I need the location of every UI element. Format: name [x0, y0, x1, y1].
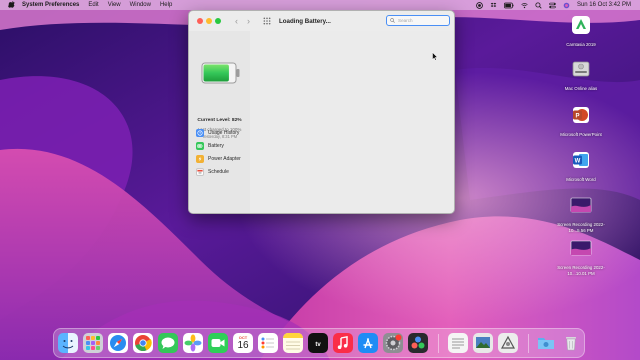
calendar-icon	[196, 168, 204, 176]
battery-status-icon[interactable]	[504, 2, 514, 9]
menu-app-name[interactable]: System Preferences	[22, 2, 79, 8]
content-pane	[250, 31, 454, 213]
desktop-icon-powerpoint[interactable]: P Microsoft PowerPoint	[553, 104, 609, 138]
downloads-folder-icon[interactable]	[536, 333, 556, 353]
desktop-icon-label: Screen Recording 2022-10...5.56 PM	[557, 222, 605, 233]
music-icon[interactable]	[333, 333, 353, 353]
record-icon[interactable]	[476, 1, 483, 9]
apple-menu-icon[interactable]	[8, 1, 16, 9]
desktop-icon-label: Screen Recording 2022-10...10.01 PM	[557, 265, 605, 276]
sidebar: Current Level: 82% Last charged to 100% …	[189, 31, 250, 213]
battery-level-icon	[201, 62, 240, 84]
control-center-icon[interactable]	[549, 2, 556, 9]
battery-preferences-window: ‹ › Loading Battery... Search Current Le…	[188, 10, 455, 214]
chrome-icon[interactable]	[133, 333, 153, 353]
word-icon: W	[573, 152, 589, 168]
trash-icon[interactable]	[561, 333, 581, 353]
window-controls	[197, 18, 221, 24]
system-preferences-icon[interactable]	[383, 333, 403, 353]
desktop-icon-screen-recording-1[interactable]: Screen Recording 2022-10...5.56 PM	[553, 194, 609, 233]
power-plug-icon	[196, 155, 204, 163]
photos-icon[interactable]	[183, 333, 203, 353]
search-icon	[390, 18, 395, 23]
dock: OCT 16 tv	[53, 328, 585, 358]
calendar-day: 16	[237, 340, 249, 351]
sidebar-item-usage-history[interactable]: Usage History	[196, 129, 239, 137]
siri-icon[interactable]	[563, 2, 570, 9]
close-button[interactable]	[197, 18, 203, 24]
current-level-label: Current Level: 82%	[197, 118, 242, 123]
show-all-grid-icon[interactable]	[263, 17, 271, 25]
desktop-icon-label: Mac Online alias	[564, 86, 598, 91]
menu-window[interactable]: Window	[130, 2, 151, 8]
navigation-arrows: ‹ ›	[235, 16, 250, 26]
desktop-icon-word[interactable]: W Microsoft Word	[553, 149, 609, 183]
sidebar-item-label: Usage History	[208, 130, 240, 136]
window-title: Loading Battery...	[279, 17, 331, 25]
svg-text:tv: tv	[315, 342, 321, 348]
messages-icon[interactable]	[158, 333, 178, 353]
clock-icon	[196, 129, 204, 137]
forward-arrow-icon[interactable]: ›	[247, 16, 250, 26]
desktop-icon-mac-online-alias[interactable]: Mac Online alias	[553, 58, 609, 92]
spotlight-search-icon[interactable]	[535, 1, 542, 9]
finder-icon[interactable]	[58, 333, 78, 353]
menu-clock[interactable]: Sun 16 Oct 3:42 PM	[577, 2, 631, 8]
minimize-button[interactable]	[206, 18, 212, 24]
apple-tv-icon[interactable]: tv	[308, 333, 328, 353]
sidebar-item-label: Schedule	[208, 169, 229, 175]
dock-separator	[528, 334, 529, 353]
automator-icon[interactable]	[498, 333, 518, 353]
desktop-icon-camtasia[interactable]: Camtasia 2019	[553, 14, 609, 48]
svg-text:W: W	[575, 159, 581, 165]
desktop-icon-label: Camtasia 2019	[566, 42, 596, 47]
battery-icon	[196, 142, 204, 150]
drive-icon	[572, 61, 590, 77]
video-thumbnail-icon	[570, 240, 592, 256]
notes-icon[interactable]	[283, 333, 303, 353]
davinci-resolve-icon[interactable]	[408, 333, 428, 353]
sidebar-item-battery[interactable]: Battery	[196, 142, 224, 150]
sidebar-item-power-adapter[interactable]: Power Adapter	[196, 155, 241, 163]
menu-edit[interactable]: Edit	[88, 2, 98, 8]
menu-bar: System Preferences Edit View Window Help…	[0, 0, 640, 10]
camtasia-icon	[572, 16, 590, 34]
back-arrow-icon[interactable]: ‹	[235, 16, 238, 26]
sidebar-item-schedule[interactable]: Schedule	[196, 168, 229, 176]
dropbox-icon[interactable]	[490, 2, 497, 9]
textedit-icon[interactable]	[448, 333, 468, 353]
app-store-icon[interactable]	[358, 333, 378, 353]
zoom-button[interactable]	[215, 18, 221, 24]
preview-icon[interactable]	[473, 333, 493, 353]
desktop-icon-label: Microsoft PowerPoint	[560, 132, 602, 137]
desktop-icon-label: Microsoft Word	[566, 177, 596, 182]
launchpad-icon[interactable]	[83, 333, 103, 353]
window-title-bar[interactable]: ‹ › Loading Battery... Search	[189, 11, 454, 31]
mouse-cursor-icon	[432, 52, 438, 61]
svg-text:P: P	[575, 114, 579, 120]
menu-help[interactable]: Help	[160, 2, 172, 8]
sidebar-item-label: Power Adapter	[208, 156, 241, 162]
facetime-icon[interactable]	[208, 333, 228, 353]
calendar-app-icon[interactable]: OCT 16	[233, 333, 253, 353]
video-thumbnail-icon	[570, 197, 592, 213]
safari-icon[interactable]	[108, 333, 128, 353]
search-placeholder: Search	[398, 18, 413, 23]
dock-separator	[438, 334, 439, 353]
desktop-icon-screen-recording-2[interactable]: Screen Recording 2022-10...10.01 PM	[553, 237, 609, 276]
menu-view[interactable]: View	[108, 2, 121, 8]
wifi-icon[interactable]	[521, 2, 528, 9]
sidebar-item-label: Battery	[208, 143, 224, 149]
powerpoint-icon: P	[573, 107, 589, 123]
search-input[interactable]: Search	[386, 15, 450, 26]
reminders-icon[interactable]	[258, 333, 278, 353]
